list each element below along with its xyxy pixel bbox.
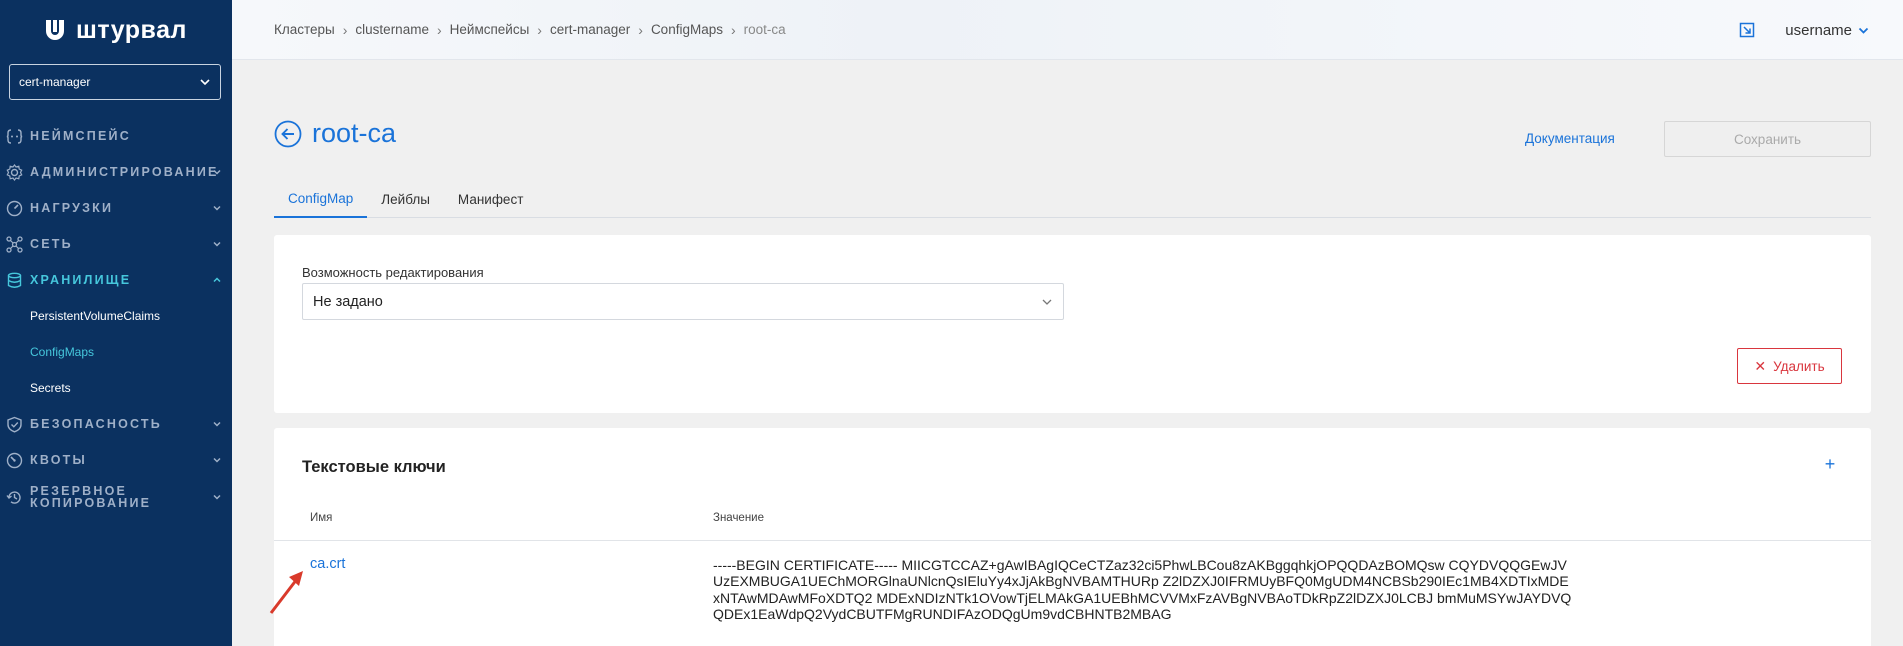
breadcrumb-separator: › — [436, 21, 442, 38]
title-row: root-ca — [274, 118, 396, 149]
shield-icon — [7, 416, 22, 433]
sidebar-item-backup[interactable]: РЕЗЕРВНОЕ КОПИРОВАНИЕ — [0, 478, 232, 516]
breadcrumb-current: root-ca — [743, 22, 786, 37]
breadcrumb-namespaces[interactable]: Неймспейсы — [450, 22, 530, 37]
sidebar-item-network[interactable]: СЕТЬ — [0, 226, 232, 262]
gear-icon — [6, 163, 23, 181]
breadcrumb-separator: › — [638, 21, 643, 38]
edit-settings-card: Возможность редактирования Не задано ✕ У… — [274, 235, 1871, 413]
breadcrumb: Кластеры › clustername › Неймспейсы › ce… — [274, 22, 786, 38]
namespace-icon — [6, 128, 23, 144]
add-key-button[interactable]: + — [1820, 454, 1840, 474]
editability-label: Возможность редактирования — [302, 265, 484, 280]
sidebar-item-namespace[interactable]: НЕЙМСПЕЙС — [0, 118, 232, 154]
sidebar-item-label-line2: КОПИРОВАНИЕ — [30, 496, 152, 510]
username: username — [1785, 21, 1852, 39]
sidebar-subitem-secrets[interactable]: Secrets — [0, 370, 232, 406]
logo[interactable]: штурвал — [0, 0, 232, 60]
namespace-select[interactable]: cert-manager — [9, 64, 221, 100]
speedometer-icon — [6, 200, 23, 216]
sidebar-item-label: НЕЙМСПЕЙС — [30, 129, 131, 143]
breadcrumb-separator: › — [537, 21, 542, 38]
close-icon: ✕ — [1754, 357, 1767, 374]
gauge-icon — [6, 452, 23, 468]
sidebar-item-label: СЕТЬ — [30, 237, 73, 251]
sidebar-item-label: РЕЗЕРВНОЕ КОПИРОВАНИЕ — [30, 485, 152, 510]
breadcrumb-namespace[interactable]: cert-manager — [550, 22, 630, 37]
text-keys-card: Текстовые ключи + Имя Значение ca.crt --… — [274, 428, 1871, 646]
delete-button[interactable]: ✕ Удалить — [1737, 348, 1842, 384]
chevron-up-icon — [213, 277, 221, 283]
documentation-link[interactable]: Документация — [1525, 131, 1615, 146]
chevron-down-icon — [200, 79, 210, 86]
chevron-down-icon — [1042, 299, 1052, 305]
sidebar-item-label: НАГРУЗКИ — [30, 201, 114, 215]
annotation-arrow-icon — [269, 571, 303, 614]
text-keys-title: Текстовые ключи — [302, 458, 446, 476]
sidebar-item-workloads[interactable]: НАГРУЗКИ — [0, 190, 232, 226]
sidebar-item-label: КВОТЫ — [30, 453, 87, 467]
breadcrumb-separator: › — [342, 21, 348, 38]
sidebar-item-quotas[interactable]: КВОТЫ — [0, 442, 232, 478]
chevron-down-icon — [213, 205, 221, 211]
sidebar-subitem-pvc[interactable]: PersistentVolumeClaims — [0, 298, 232, 334]
back-arrow-icon[interactable] — [274, 120, 302, 148]
chevron-down-icon — [213, 494, 221, 500]
breadcrumb-separator: › — [730, 21, 736, 38]
sidebar-item-label: ХРАНИЛИЩЕ — [30, 273, 132, 287]
page-title: root-ca — [312, 118, 397, 148]
column-header-name: Имя — [310, 512, 333, 524]
save-button[interactable]: Сохранить — [1664, 121, 1871, 157]
sidebar-item-label: БЕЗОПАСНОСТЬ — [30, 417, 162, 431]
column-header-value: Значение — [713, 512, 764, 524]
logo-icon — [46, 20, 64, 40]
delete-button-label: Удалить — [1773, 358, 1825, 374]
topbar-right: username — [1739, 0, 1869, 60]
editability-select-value: Не задано — [313, 293, 383, 310]
network-icon — [6, 235, 23, 253]
chevron-down-icon — [213, 169, 221, 175]
chevron-down-icon — [1858, 27, 1869, 34]
sidebar-item-storage[interactable]: ХРАНИЛИЩЕ — [0, 262, 232, 298]
sidebar-item-administration[interactable]: АДМИНИСТРИРОВАНИЕ — [0, 154, 232, 190]
chevron-down-icon — [213, 241, 221, 247]
backup-icon — [6, 490, 21, 504]
editability-select[interactable]: Не задано — [302, 283, 1064, 320]
tab-configmap[interactable]: ConfigMap — [274, 180, 368, 218]
external-link-icon[interactable] — [1739, 22, 1755, 38]
topbar: Кластеры › clustername › Неймспейсы › ce… — [232, 0, 1903, 60]
user-menu[interactable]: username — [1785, 22, 1869, 39]
sidebar: штурвал cert-manager НЕЙМСПЕЙС АДМИНИСТР… — [0, 0, 232, 646]
sidebar-item-security[interactable]: БЕЗОПАСНОСТЬ — [0, 406, 232, 442]
key-value: -----BEGIN CERTIFICATE----- MIICGTCCAZ+g… — [713, 557, 1572, 623]
tab-manifest[interactable]: Манифест — [444, 180, 537, 218]
breadcrumb-cluster[interactable]: clustername — [355, 22, 429, 37]
sidebar-nav: НЕЙМСПЕЙС АДМИНИСТРИРОВАНИЕ НАГРУЗКИ СЕТ… — [0, 118, 232, 516]
sidebar-item-label: АДМИНИСТРИРОВАНИЕ — [30, 165, 219, 179]
sidebar-subitem-configmaps[interactable]: ConfigMaps — [0, 334, 232, 370]
key-name-link[interactable]: ca.crt — [310, 556, 345, 572]
database-icon — [7, 272, 22, 288]
table-header-divider — [274, 540, 1871, 541]
breadcrumb-configmaps[interactable]: ConfigMaps — [651, 22, 723, 37]
breadcrumb-clusters[interactable]: Кластеры — [274, 22, 335, 37]
chevron-down-icon — [213, 421, 221, 427]
namespace-select-value: cert-manager — [19, 75, 91, 89]
logo-text: штурвал — [76, 15, 187, 44]
tabs: ConfigMap Лейблы Манифест — [274, 180, 1871, 218]
chevron-down-icon — [213, 457, 221, 463]
tab-labels[interactable]: Лейблы — [367, 180, 444, 218]
